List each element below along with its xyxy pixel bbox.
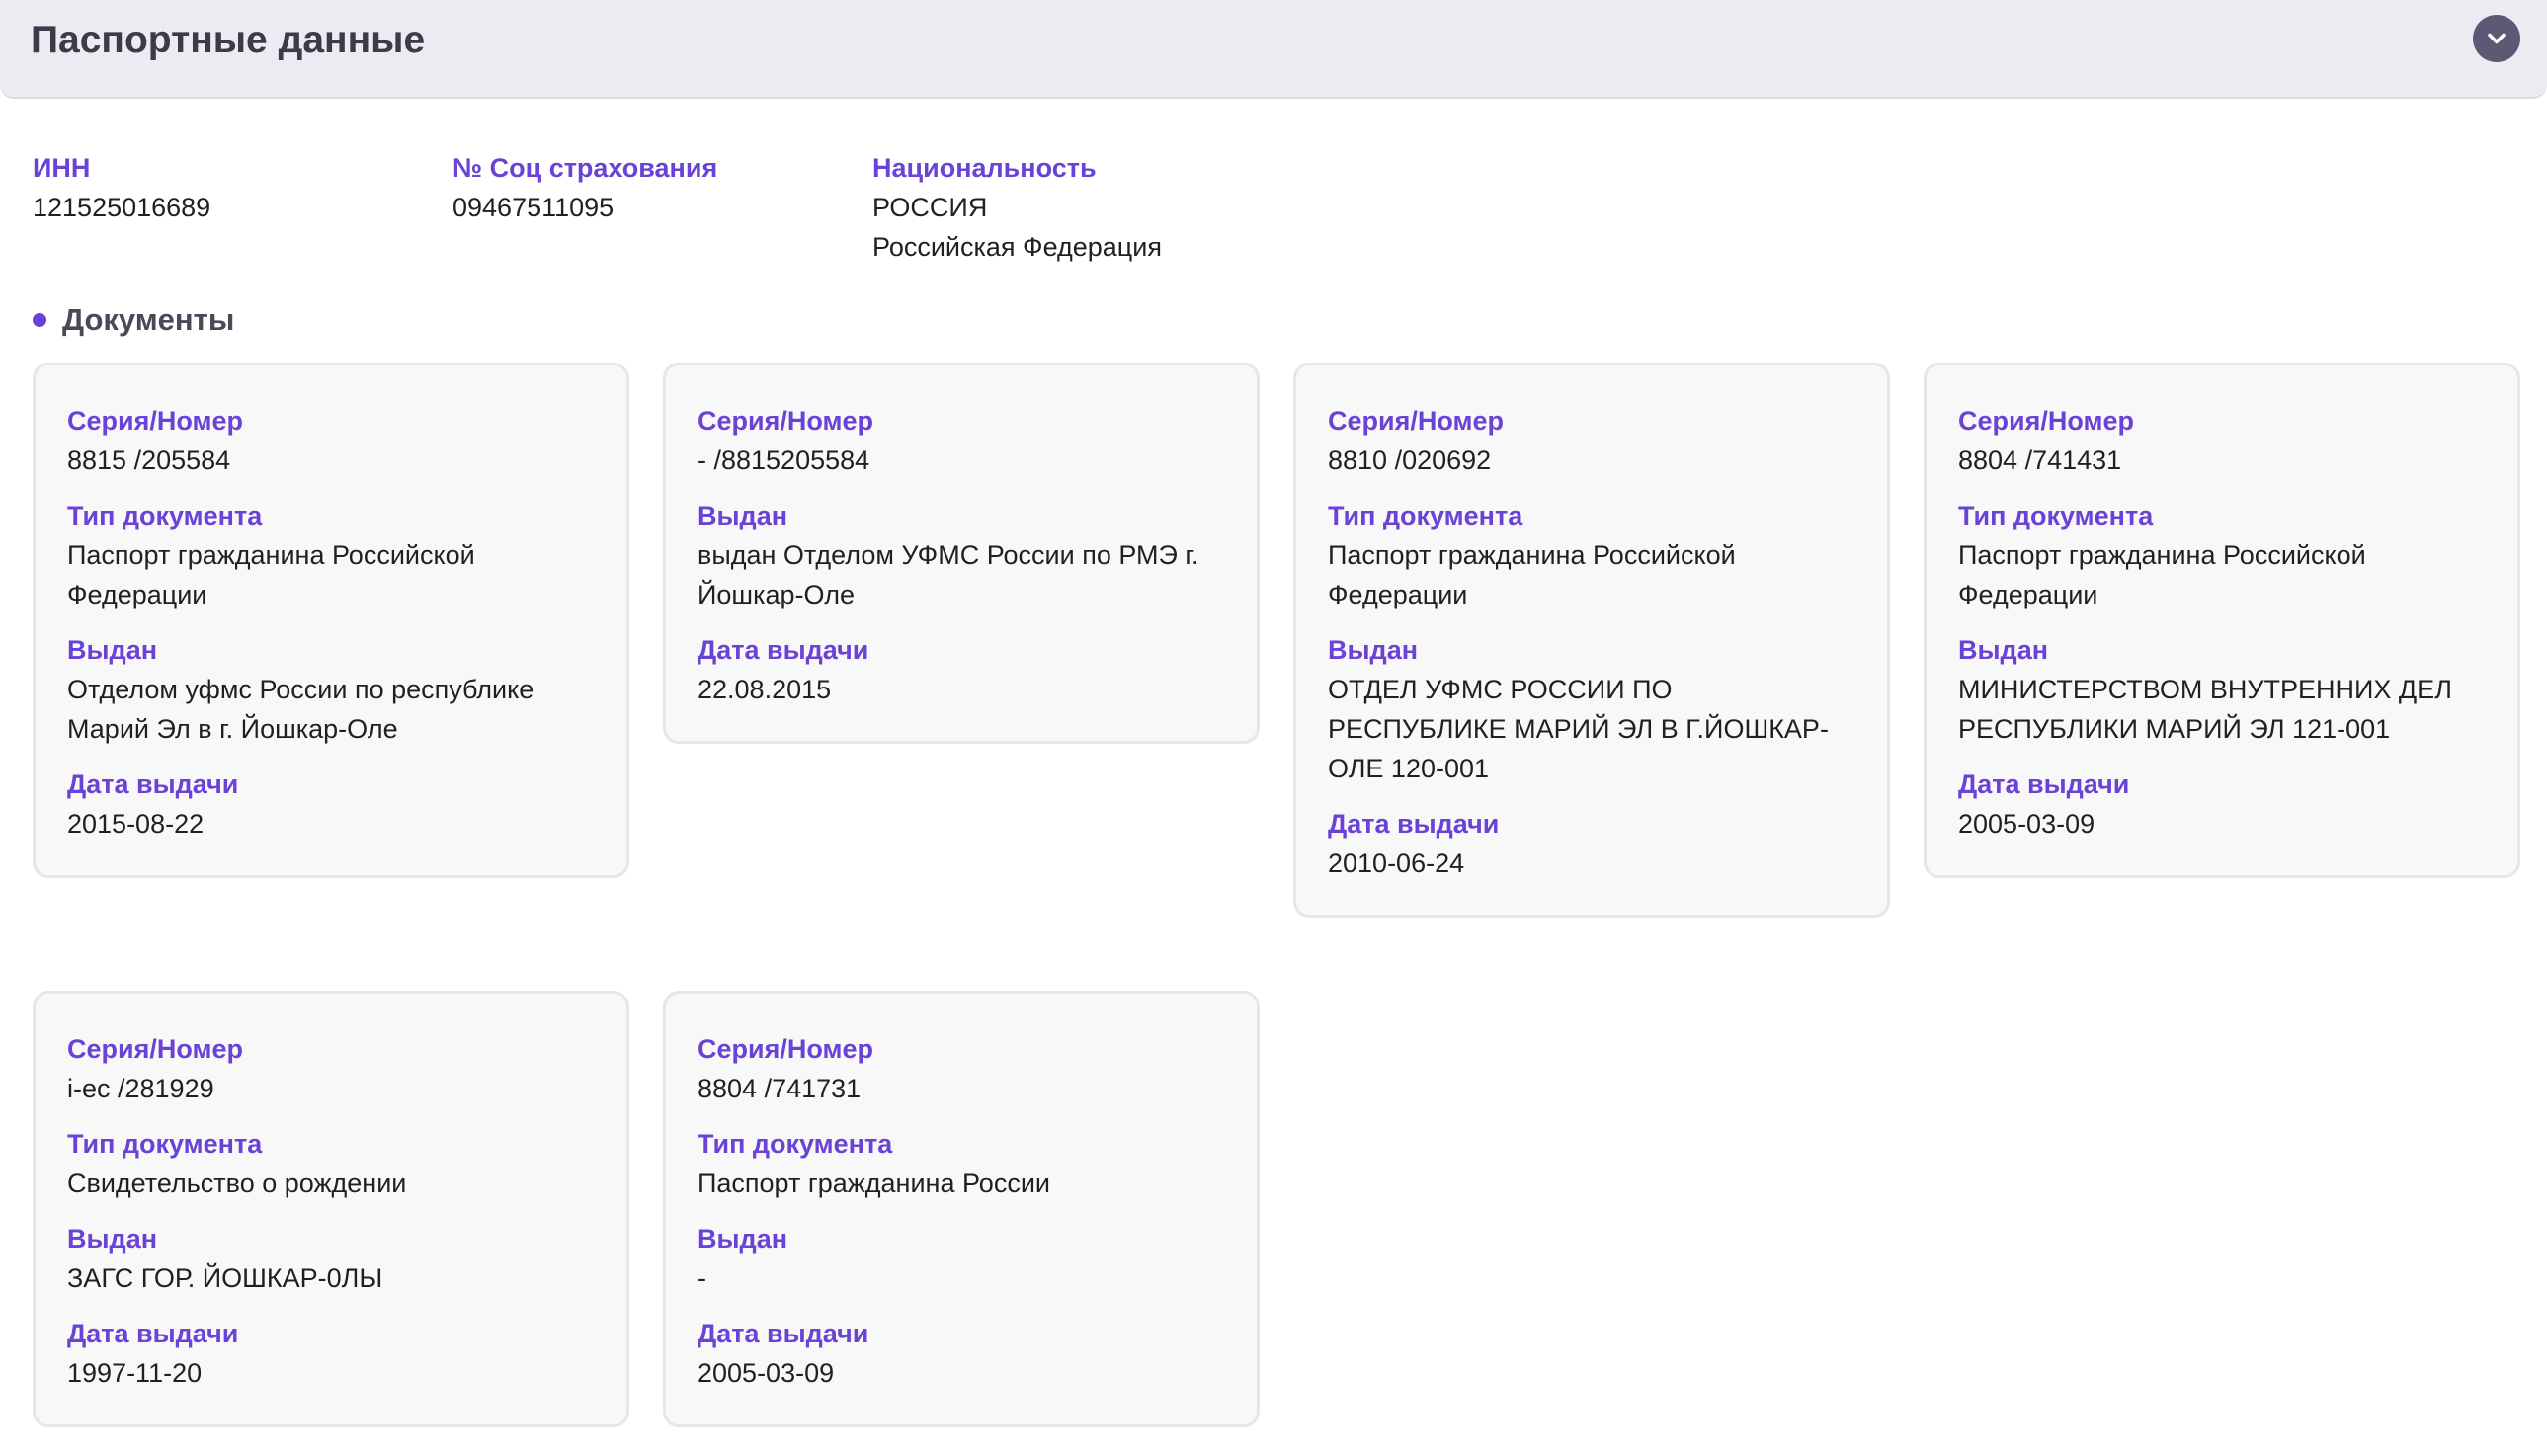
- issued-by-label: Выдан: [67, 635, 158, 665]
- document-card: Серия/Номер 8804 /741731 Тип документа П…: [663, 991, 1260, 1427]
- documents-grid: Серия/Номер 8815 /205584 Тип документа П…: [33, 363, 2522, 1427]
- series-value: 8815 /205584: [67, 445, 231, 475]
- issued-by-value: Отделом уфмс России по республике Марий …: [67, 675, 534, 744]
- series-value: 8804 /741431: [1958, 445, 2122, 475]
- series-label: Серия/Номер: [1328, 406, 1504, 436]
- issued-by-value: ОТДЕЛ УФМС РОССИИ ПО РЕСПУБЛИКЕ МАРИЙ ЭЛ…: [1328, 675, 1829, 783]
- doc-type-label: Тип документа: [1958, 501, 2154, 530]
- issued-by-value: выдан Отделом УФМС России по РМЭ г. Йошк…: [698, 540, 1199, 609]
- issue-date-label: Дата выдачи: [1958, 769, 2130, 799]
- document-card: Серия/Номер - /8815205584 Выдан выдан От…: [663, 363, 1260, 744]
- doc-type-label: Тип документа: [698, 1129, 893, 1159]
- nationality-value: РОССИЯ: [872, 193, 988, 222]
- collapse-button[interactable]: [2473, 15, 2520, 62]
- issue-date-value: 2005-03-09: [698, 1358, 835, 1388]
- series-label: Серия/Номер: [698, 1034, 873, 1064]
- issued-by-value: МИНИСТЕРСТВОМ ВНУТРЕННИХ ДЕЛ РЕСПУБЛИКИ …: [1958, 675, 2452, 744]
- document-card: Серия/Номер 8815 /205584 Тип документа П…: [33, 363, 629, 878]
- doc-type-value: Паспорт гражданина Российской Федерации: [1958, 540, 2366, 609]
- doc-type-label: Тип документа: [67, 1129, 263, 1159]
- issue-date-label: Дата выдачи: [67, 769, 239, 799]
- issue-date-value: 22.08.2015: [698, 675, 832, 704]
- nationality-field: Национальность РОССИЯ Российская Федерац…: [872, 148, 1366, 267]
- doc-type-label: Тип документа: [67, 501, 263, 530]
- issued-by-label: Выдан: [67, 1224, 158, 1254]
- document-card: Серия/Номер i-ec /281929 Тип документа С…: [33, 991, 629, 1427]
- chevron-down-icon: [2488, 33, 2506, 44]
- inn-label: ИНН: [33, 153, 91, 183]
- issue-date-value: 2005-03-09: [1958, 809, 2095, 839]
- series-value: - /8815205584: [698, 445, 870, 475]
- doc-type-value: Паспорт гражданина России: [698, 1169, 1050, 1198]
- doc-type-value: Свидетельство о рождении: [67, 1169, 407, 1198]
- panel-header[interactable]: Паспортные данные: [0, 0, 2547, 99]
- issued-by-value: ЗАГС ГОР. ЙОШКАР-0ЛЫ: [67, 1263, 383, 1293]
- issued-by-label: Выдан: [698, 1224, 788, 1254]
- issue-date-label: Дата выдачи: [67, 1319, 239, 1348]
- series-value: 8804 /741731: [698, 1074, 862, 1103]
- inn-field: ИНН 121525016689: [33, 148, 452, 267]
- bullet-icon: [33, 313, 46, 327]
- documents-heading: Документы: [33, 300, 234, 340]
- inn-value: 121525016689: [33, 193, 211, 222]
- doc-type-value: Паспорт гражданина Российской Федерации: [67, 540, 475, 609]
- series-label: Серия/Номер: [67, 1034, 243, 1064]
- issued-by-value: -: [698, 1263, 706, 1293]
- series-label: Серия/Номер: [67, 406, 243, 436]
- series-label: Серия/Номер: [698, 406, 873, 436]
- nationality-country: Российская Федерация: [872, 232, 1162, 262]
- documents-title: Документы: [62, 302, 235, 337]
- snils-label: № Соц страхования: [452, 153, 718, 183]
- issued-by-label: Выдан: [1958, 635, 2049, 665]
- issued-by-label: Выдан: [698, 501, 788, 530]
- series-value: i-ec /281929: [67, 1074, 214, 1103]
- issue-date-value: 1997-11-20: [67, 1358, 203, 1388]
- document-card: Серия/Номер 8810 /020692 Тип документа П…: [1293, 363, 1890, 918]
- series-label: Серия/Номер: [1958, 406, 2134, 436]
- issue-date-label: Дата выдачи: [698, 1319, 869, 1348]
- panel-title: Паспортные данные: [31, 19, 426, 61]
- doc-type-label: Тип документа: [1328, 501, 1523, 530]
- snils-field: № Соц страхования 09467511095: [452, 148, 872, 267]
- doc-type-value: Паспорт гражданина Российской Федерации: [1328, 540, 1736, 609]
- document-card: Серия/Номер 8804 /741431 Тип документа П…: [1924, 363, 2520, 878]
- issue-date-value: 2015-08-22: [67, 809, 205, 839]
- summary-row: ИНН 121525016689 № Соц страхования 09467…: [33, 148, 1366, 267]
- issue-date-label: Дата выдачи: [698, 635, 869, 665]
- snils-value: 09467511095: [452, 193, 615, 222]
- nationality-label: Национальность: [872, 153, 1097, 183]
- passport-data-panel: Паспортные данные ИНН 121525016689 № Соц…: [0, 0, 2547, 1456]
- issue-date-value: 2010-06-24: [1328, 849, 1465, 878]
- issued-by-label: Выдан: [1328, 635, 1419, 665]
- issue-date-label: Дата выдачи: [1328, 809, 1500, 839]
- series-value: 8810 /020692: [1328, 445, 1492, 475]
